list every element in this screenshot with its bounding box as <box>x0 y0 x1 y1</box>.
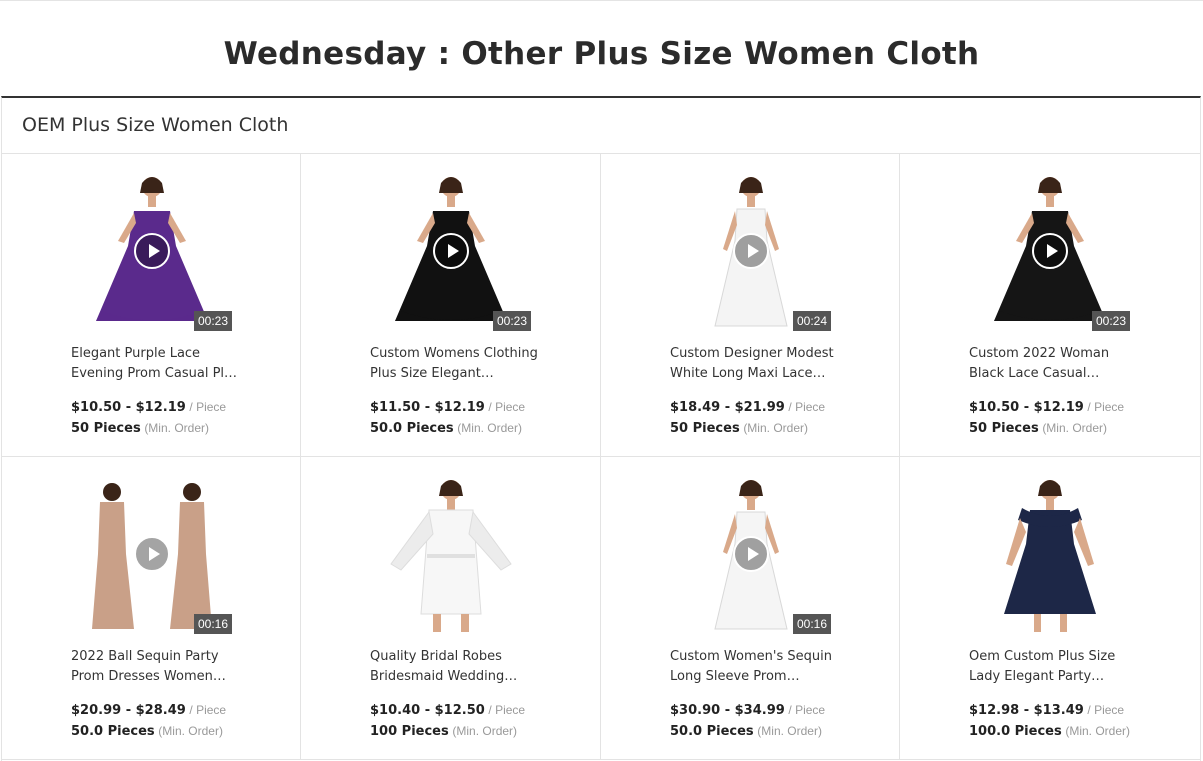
price-row: $10.50 - $12.19 / Piece <box>71 399 226 415</box>
min-order-quantity: 50.0 Pieces <box>670 724 754 739</box>
product-card[interactable]: 00:16 Custom Women's Sequin Long Sleeve … <box>601 457 900 760</box>
min-order-quantity: 100.0 Pieces <box>969 724 1062 739</box>
video-duration-badge: 00:23 <box>1091 311 1130 331</box>
price-unit: / Piece <box>788 400 826 414</box>
min-order-row: 100.0 Pieces (Min. Order) <box>969 723 1130 739</box>
product-title[interactable]: Custom Womens Clothing Plus Size Elegant… <box>370 344 540 384</box>
min-order-label: (Min. Order) <box>452 724 518 738</box>
dress-illustration <box>390 480 512 632</box>
min-order-row: 100 Pieces (Min. Order) <box>370 723 517 739</box>
min-order-label: (Min. Order) <box>1042 421 1107 435</box>
video-duration-badge: 00:24 <box>792 311 831 331</box>
product-card[interactable]: 00:23 Custom 2022 Woman Black Lace Casua… <box>900 154 1200 457</box>
top-divider <box>0 0 1203 1</box>
product-title[interactable]: Oem Custom Plus Size Lady Elegant Party … <box>969 647 1139 687</box>
video-duration-badge: 00:23 <box>193 311 232 331</box>
min-order-label: (Min. Order) <box>144 421 209 435</box>
product-card[interactable]: 00:23 Elegant Purple Lace Evening Prom C… <box>2 154 301 457</box>
product-card[interactable]: 00:23 Custom Womens Clothing Plus Size E… <box>301 154 601 457</box>
product-image[interactable]: 00:24 <box>671 171 831 331</box>
video-duration-badge: 00:23 <box>492 311 531 331</box>
price-row: $10.40 - $12.50 / Piece <box>370 702 525 718</box>
product-image[interactable]: 00:16 <box>671 474 831 634</box>
product-title[interactable]: Elegant Purple Lace Evening Prom Casual … <box>71 344 241 384</box>
price-row: $11.50 - $12.19 / Piece <box>370 399 525 415</box>
price-unit: / Piece <box>189 400 227 414</box>
price-range: $12.98 - $13.49 <box>969 703 1084 718</box>
min-order-row: 50 Pieces (Min. Order) <box>71 420 209 436</box>
product-card[interactable]: 00:16 2022 Ball Sequin Party Prom Dresse… <box>2 457 301 760</box>
product-image[interactable]: 00:16 <box>72 474 232 634</box>
min-order-label: (Min. Order) <box>457 421 522 435</box>
price-range: $30.90 - $34.99 <box>670 703 785 718</box>
product-image[interactable] <box>970 474 1130 634</box>
video-duration-badge: 00:16 <box>792 614 831 634</box>
price-range: $10.40 - $12.50 <box>370 703 485 718</box>
min-order-label: (Min. Order) <box>757 724 822 738</box>
min-order-label: (Min. Order) <box>743 421 808 435</box>
play-icon[interactable] <box>1032 233 1068 269</box>
product-image[interactable]: 00:23 <box>371 171 531 331</box>
product-grid: 00:23 Elegant Purple Lace Evening Prom C… <box>2 154 1200 760</box>
price-unit: / Piece <box>189 703 227 717</box>
price-unit: / Piece <box>788 703 826 717</box>
product-title[interactable]: Custom 2022 Woman Black Lace Casual… <box>969 344 1139 384</box>
min-order-row: 50 Pieces (Min. Order) <box>670 420 808 436</box>
min-order-quantity: 50 Pieces <box>71 421 141 436</box>
play-icon[interactable] <box>134 536 170 572</box>
play-icon[interactable] <box>733 536 769 572</box>
page-title: Wednesday : Other Plus Size Women Cloth <box>223 36 980 72</box>
product-title[interactable]: Quality Bridal Robes Bridesmaid Wedding … <box>370 647 540 687</box>
price-unit: / Piece <box>1087 400 1125 414</box>
product-image[interactable] <box>371 474 531 634</box>
min-order-quantity: 50.0 Pieces <box>71 724 155 739</box>
price-range: $10.50 - $12.19 <box>969 400 1084 415</box>
dress-illustration <box>1004 480 1096 632</box>
min-order-quantity: 100 Pieces <box>370 724 449 739</box>
price-unit: / Piece <box>488 400 526 414</box>
section-title: OEM Plus Size Women Cloth <box>2 98 1200 154</box>
min-order-quantity: 50 Pieces <box>969 421 1039 436</box>
product-title[interactable]: Custom Women's Sequin Long Sleeve Prom W… <box>670 647 840 687</box>
product-image[interactable]: 00:23 <box>72 171 232 331</box>
price-row: $18.49 - $21.99 / Piece <box>670 399 825 415</box>
min-order-quantity: 50 Pieces <box>670 421 740 436</box>
price-unit: / Piece <box>1087 703 1125 717</box>
price-row: $12.98 - $13.49 / Piece <box>969 702 1124 718</box>
product-title[interactable]: Custom Designer Modest White Long Maxi L… <box>670 344 840 384</box>
min-order-row: 50.0 Pieces (Min. Order) <box>71 723 223 739</box>
min-order-label: (Min. Order) <box>1065 724 1131 738</box>
price-row: $20.99 - $28.49 / Piece <box>71 702 226 718</box>
min-order-quantity: 50.0 Pieces <box>370 421 454 436</box>
product-card[interactable]: Oem Custom Plus Size Lady Elegant Party … <box>900 457 1200 760</box>
price-range: $18.49 - $21.99 <box>670 400 785 415</box>
product-title[interactable]: 2022 Ball Sequin Party Prom Dresses Wome… <box>71 647 241 687</box>
price-range: $20.99 - $28.49 <box>71 703 186 718</box>
price-range: $10.50 - $12.19 <box>71 400 186 415</box>
video-duration-badge: 00:16 <box>193 614 232 634</box>
play-icon[interactable] <box>134 233 170 269</box>
product-card[interactable]: 00:24 Custom Designer Modest White Long … <box>601 154 900 457</box>
min-order-row: 50.0 Pieces (Min. Order) <box>370 420 522 436</box>
min-order-row: 50.0 Pieces (Min. Order) <box>670 723 822 739</box>
price-unit: / Piece <box>488 703 526 717</box>
play-icon[interactable] <box>733 233 769 269</box>
play-icon[interactable] <box>433 233 469 269</box>
product-panel: OEM Plus Size Women Cloth 00:23 Elegant … <box>1 96 1201 761</box>
product-card[interactable]: Quality Bridal Robes Bridesmaid Wedding … <box>301 457 601 760</box>
price-range: $11.50 - $12.19 <box>370 400 485 415</box>
price-row: $10.50 - $12.19 / Piece <box>969 399 1124 415</box>
product-image[interactable]: 00:23 <box>970 171 1130 331</box>
price-row: $30.90 - $34.99 / Piece <box>670 702 825 718</box>
min-order-row: 50 Pieces (Min. Order) <box>969 420 1107 436</box>
min-order-label: (Min. Order) <box>158 724 223 738</box>
